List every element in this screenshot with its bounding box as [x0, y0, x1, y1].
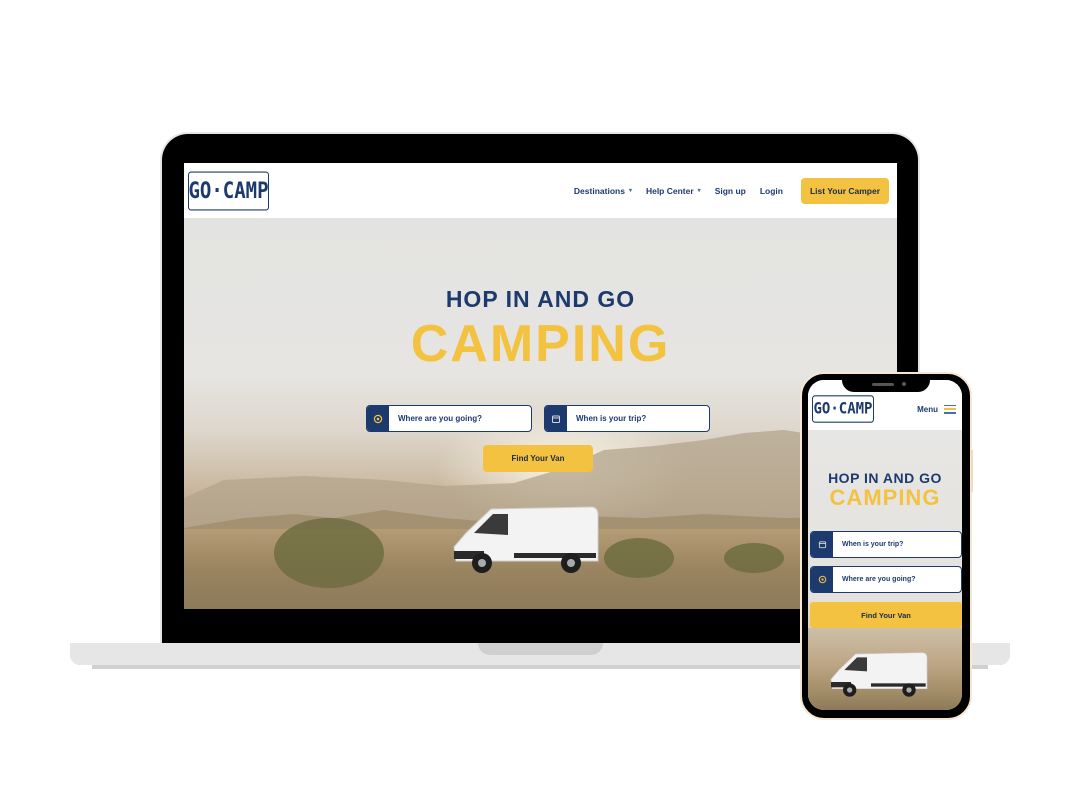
camper-van-image — [830, 652, 928, 697]
mobile-date-input[interactable]: When is your trip? — [810, 531, 962, 558]
mobile-menu-toggle[interactable]: Menu — [917, 404, 956, 414]
gocamp-logo[interactable]: GO·CAMP — [188, 170, 269, 211]
camper-van-image — [453, 506, 599, 573]
bush — [724, 543, 784, 573]
menu-label: Menu — [917, 404, 938, 414]
gocamp-logo-mobile[interactable]: GO·CAMP — [812, 395, 874, 423]
calendar-icon — [811, 532, 833, 557]
find-your-van-button[interactable]: Find Your Van — [483, 445, 593, 472]
date-placeholder: When is your trip? — [576, 414, 647, 423]
phone-screen: GO·CAMP Menu HOP IN AND GO CAMPING When … — [808, 380, 962, 710]
date-input[interactable]: When is your trip? — [544, 405, 710, 432]
hero-title-big: CAMPING — [410, 315, 671, 373]
nav-login[interactable]: Login — [760, 186, 783, 196]
nav-destinations[interactable]: Destinations ▾ — [574, 186, 632, 196]
phone-speaker — [872, 383, 894, 386]
phone-camera — [902, 382, 906, 386]
mobile-van-photo — [808, 628, 962, 710]
laptop-notch — [478, 643, 603, 655]
mobile-destination-placeholder: Where are you going? — [842, 576, 916, 583]
desktop-hero: HOP IN AND GO CAMPING Where are you goin… — [184, 218, 897, 609]
mobile-hero: HOP IN AND GO CAMPING When is your trip?… — [808, 430, 962, 710]
nav-sign-up[interactable]: Sign up — [715, 186, 746, 196]
mobile-hero-title-big: CAMPING — [829, 485, 941, 510]
hero-title-small: HOP IN AND GO — [445, 286, 636, 312]
mobile-hero-title-small: HOP IN AND GO — [828, 470, 942, 486]
laptop-screen: GO·CAMP Destinations ▾ Help Center ▾ Sig… — [184, 163, 897, 609]
list-your-camper-button[interactable]: List Your Camper — [801, 177, 889, 204]
phone-side-button — [971, 450, 973, 492]
bush — [604, 538, 674, 578]
hamburger-menu-icon[interactable] — [944, 404, 956, 414]
device-mockup-stage: GO·CAMP Destinations ▾ Help Center ▾ Sig… — [0, 0, 1080, 800]
destination-placeholder: Where are you going? — [398, 414, 483, 423]
desktop-nav-links: Destinations ▾ Help Center ▾ Sign up Log… — [574, 177, 889, 204]
mobile-date-placeholder: When is your trip? — [842, 541, 904, 548]
calendar-icon — [545, 406, 567, 431]
nav-help-center-label: Help Center — [645, 185, 694, 196]
destination-input[interactable]: Where are you going? — [366, 405, 532, 432]
desktop-navbar: GO·CAMP Destinations ▾ Help Center ▾ Sig… — [184, 163, 897, 218]
chevron-down-icon: ▾ — [628, 188, 632, 194]
mobile-destination-input[interactable]: Where are you going? — [810, 566, 962, 593]
bush — [274, 518, 384, 588]
location-pin-icon — [367, 406, 389, 431]
chevron-down-icon: ▾ — [697, 188, 701, 194]
location-pin-icon — [811, 567, 833, 592]
mobile-find-your-van-button[interactable]: Find Your Van — [810, 602, 962, 628]
nav-destinations-label: Destinations — [573, 185, 625, 196]
nav-help-center[interactable]: Help Center ▾ — [646, 186, 701, 196]
